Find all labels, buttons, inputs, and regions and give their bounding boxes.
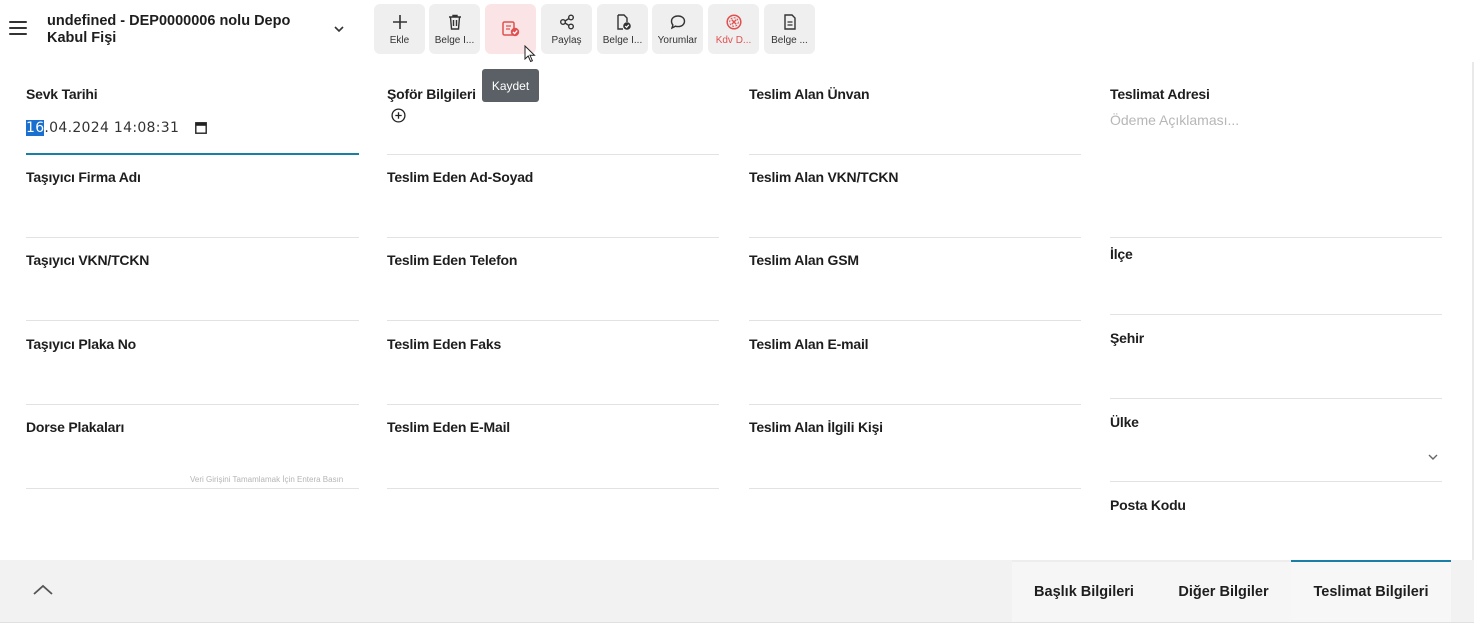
teslimat-adresi-textarea[interactable]: Ödeme Açıklaması...	[1110, 112, 1239, 128]
tasiyici-plaka-input[interactable]	[26, 404, 359, 405]
tasiyici-firma-input[interactable]	[26, 237, 359, 238]
chevron-down-icon[interactable]	[1427, 452, 1439, 462]
tab-baslik-bilgileri[interactable]: Başlık Bilgileri	[1012, 560, 1156, 622]
sehir-label: Şehir	[1110, 330, 1145, 346]
ilce-label: İlçe	[1110, 246, 1133, 262]
tasiyici-plaka-label: Taşıyıcı Plaka No	[26, 336, 136, 352]
teslim-eden-tel-label: Teslim Eden Telefon	[387, 252, 518, 268]
comments-button-label: Yorumlar	[657, 35, 698, 46]
date-rest: .04.2024 14:08:31	[44, 120, 180, 136]
tab-label: Diğer Bilgiler	[1178, 584, 1269, 600]
save-tooltip: Kaydet	[482, 69, 539, 102]
chevron-up-icon[interactable]	[32, 583, 54, 597]
ulke-select[interactable]	[1110, 481, 1442, 482]
teslim-alan-email-input[interactable]	[749, 404, 1081, 405]
teslim-eden-mail-input[interactable]	[387, 488, 719, 489]
top-bar: undefined - DEP0000006 nolu Depo Kabul F…	[0, 0, 1474, 62]
teslim-alan-gsm-input[interactable]	[749, 320, 1081, 321]
sofor-bilgileri-label: Şoför Bilgileri	[387, 86, 476, 102]
dorse-plakalari-label: Dorse Plakaları	[26, 419, 125, 435]
document-approve-label: Belge İ...	[602, 35, 643, 46]
plus-icon	[392, 15, 407, 29]
tasiyici-vkn-label: Taşıyıcı VKN/TCKN	[26, 252, 150, 268]
comments-button[interactable]: Yorumlar	[652, 4, 703, 54]
teslim-alan-ilgili-input[interactable]	[749, 488, 1081, 489]
tab-diger-bilgiler[interactable]: Diğer Bilgiler	[1156, 560, 1291, 622]
teslim-alan-vkn-input[interactable]	[749, 237, 1081, 238]
tab-teslimat-bilgileri[interactable]: Teslimat Bilgileri	[1291, 560, 1451, 622]
document-button[interactable]: Belge ...	[764, 4, 815, 54]
mouse-cursor-icon	[524, 45, 536, 63]
ulke-label: Ülke	[1110, 414, 1139, 430]
document-button-label: Belge ...	[771, 35, 808, 46]
comment-icon	[670, 15, 685, 30]
teslim-eden-ad-input[interactable]	[387, 237, 719, 238]
teslimat-adresi-underline	[1110, 237, 1442, 238]
teslim-alan-unvan-input[interactable]	[749, 154, 1081, 155]
ilce-input[interactable]	[1110, 314, 1442, 315]
teslim-alan-vkn-label: Teslim Alan VKN/TCKN	[749, 169, 899, 185]
teslim-alan-email-label: Teslim Alan E-mail	[749, 336, 869, 352]
add-circle-icon[interactable]	[391, 108, 406, 123]
page-title: undefined - DEP0000006 nolu Depo Kabul F…	[47, 13, 291, 46]
delete-document-label: Belge İ...	[434, 35, 475, 46]
teslim-alan-ilgili-label: Teslim Alan İlgili Kişi	[749, 419, 883, 435]
share-icon	[559, 14, 574, 30]
dorse-hint: Veri Girişini Tamamlamak İçin Entera Bas…	[190, 475, 344, 484]
tab-label: Başlık Bilgileri	[1034, 584, 1134, 600]
date-selected-segment: 16	[26, 120, 45, 136]
tasiyici-firma-label: Taşıyıcı Firma Adı	[26, 169, 141, 185]
teslim-alan-unvan-label: Teslim Alan Ünvan	[749, 86, 870, 102]
document-check-icon	[616, 14, 631, 30]
add-button-label: Ekle	[389, 35, 410, 46]
teslim-eden-ad-label: Teslim Eden Ad-Soyad	[387, 169, 534, 185]
sevk-tarihi-input[interactable]: 16.04.2024 14:08:31	[26, 120, 179, 136]
dorse-plakalari-input[interactable]	[26, 488, 359, 489]
chevron-down-icon[interactable]	[332, 22, 346, 36]
teslim-eden-mail-label: Teslim Eden E-Mail	[387, 419, 510, 435]
sofor-bilgileri-divider	[387, 154, 719, 155]
save-document-icon	[501, 21, 519, 37]
teslim-eden-faks-input[interactable]	[387, 404, 719, 405]
menu-icon[interactable]	[9, 21, 27, 37]
teslim-eden-tel-input[interactable]	[387, 320, 719, 321]
delete-document-button[interactable]: Belge İ...	[429, 4, 480, 54]
teslimat-adresi-label: Teslimat Adresi	[1110, 86, 1210, 102]
calendar-icon[interactable]	[195, 121, 207, 134]
teslim-alan-gsm-label: Teslim Alan GSM	[749, 252, 859, 268]
document-icon	[783, 14, 796, 30]
kdv-button[interactable]: Kdv D...	[708, 4, 759, 54]
add-button[interactable]: Ekle	[374, 4, 425, 54]
trash-icon	[448, 14, 461, 30]
document-approve-button[interactable]: Belge İ...	[597, 4, 648, 54]
sehir-input[interactable]	[1110, 398, 1442, 399]
tasiyici-vkn-input[interactable]	[26, 320, 359, 321]
sevk-tarihi-underline	[26, 153, 359, 155]
sevk-tarihi-label: Sevk Tarihi	[26, 86, 98, 102]
posta-kodu-label: Posta Kodu	[1110, 497, 1186, 513]
kdv-button-label: Kdv D...	[715, 35, 752, 46]
share-button-label: Paylaş	[551, 35, 582, 46]
cancel-circle-icon	[725, 14, 742, 30]
teslim-eden-faks-label: Teslim Eden Faks	[387, 336, 502, 352]
share-button[interactable]: Paylaş	[541, 4, 592, 54]
tab-label: Teslimat Bilgileri	[1313, 584, 1429, 600]
